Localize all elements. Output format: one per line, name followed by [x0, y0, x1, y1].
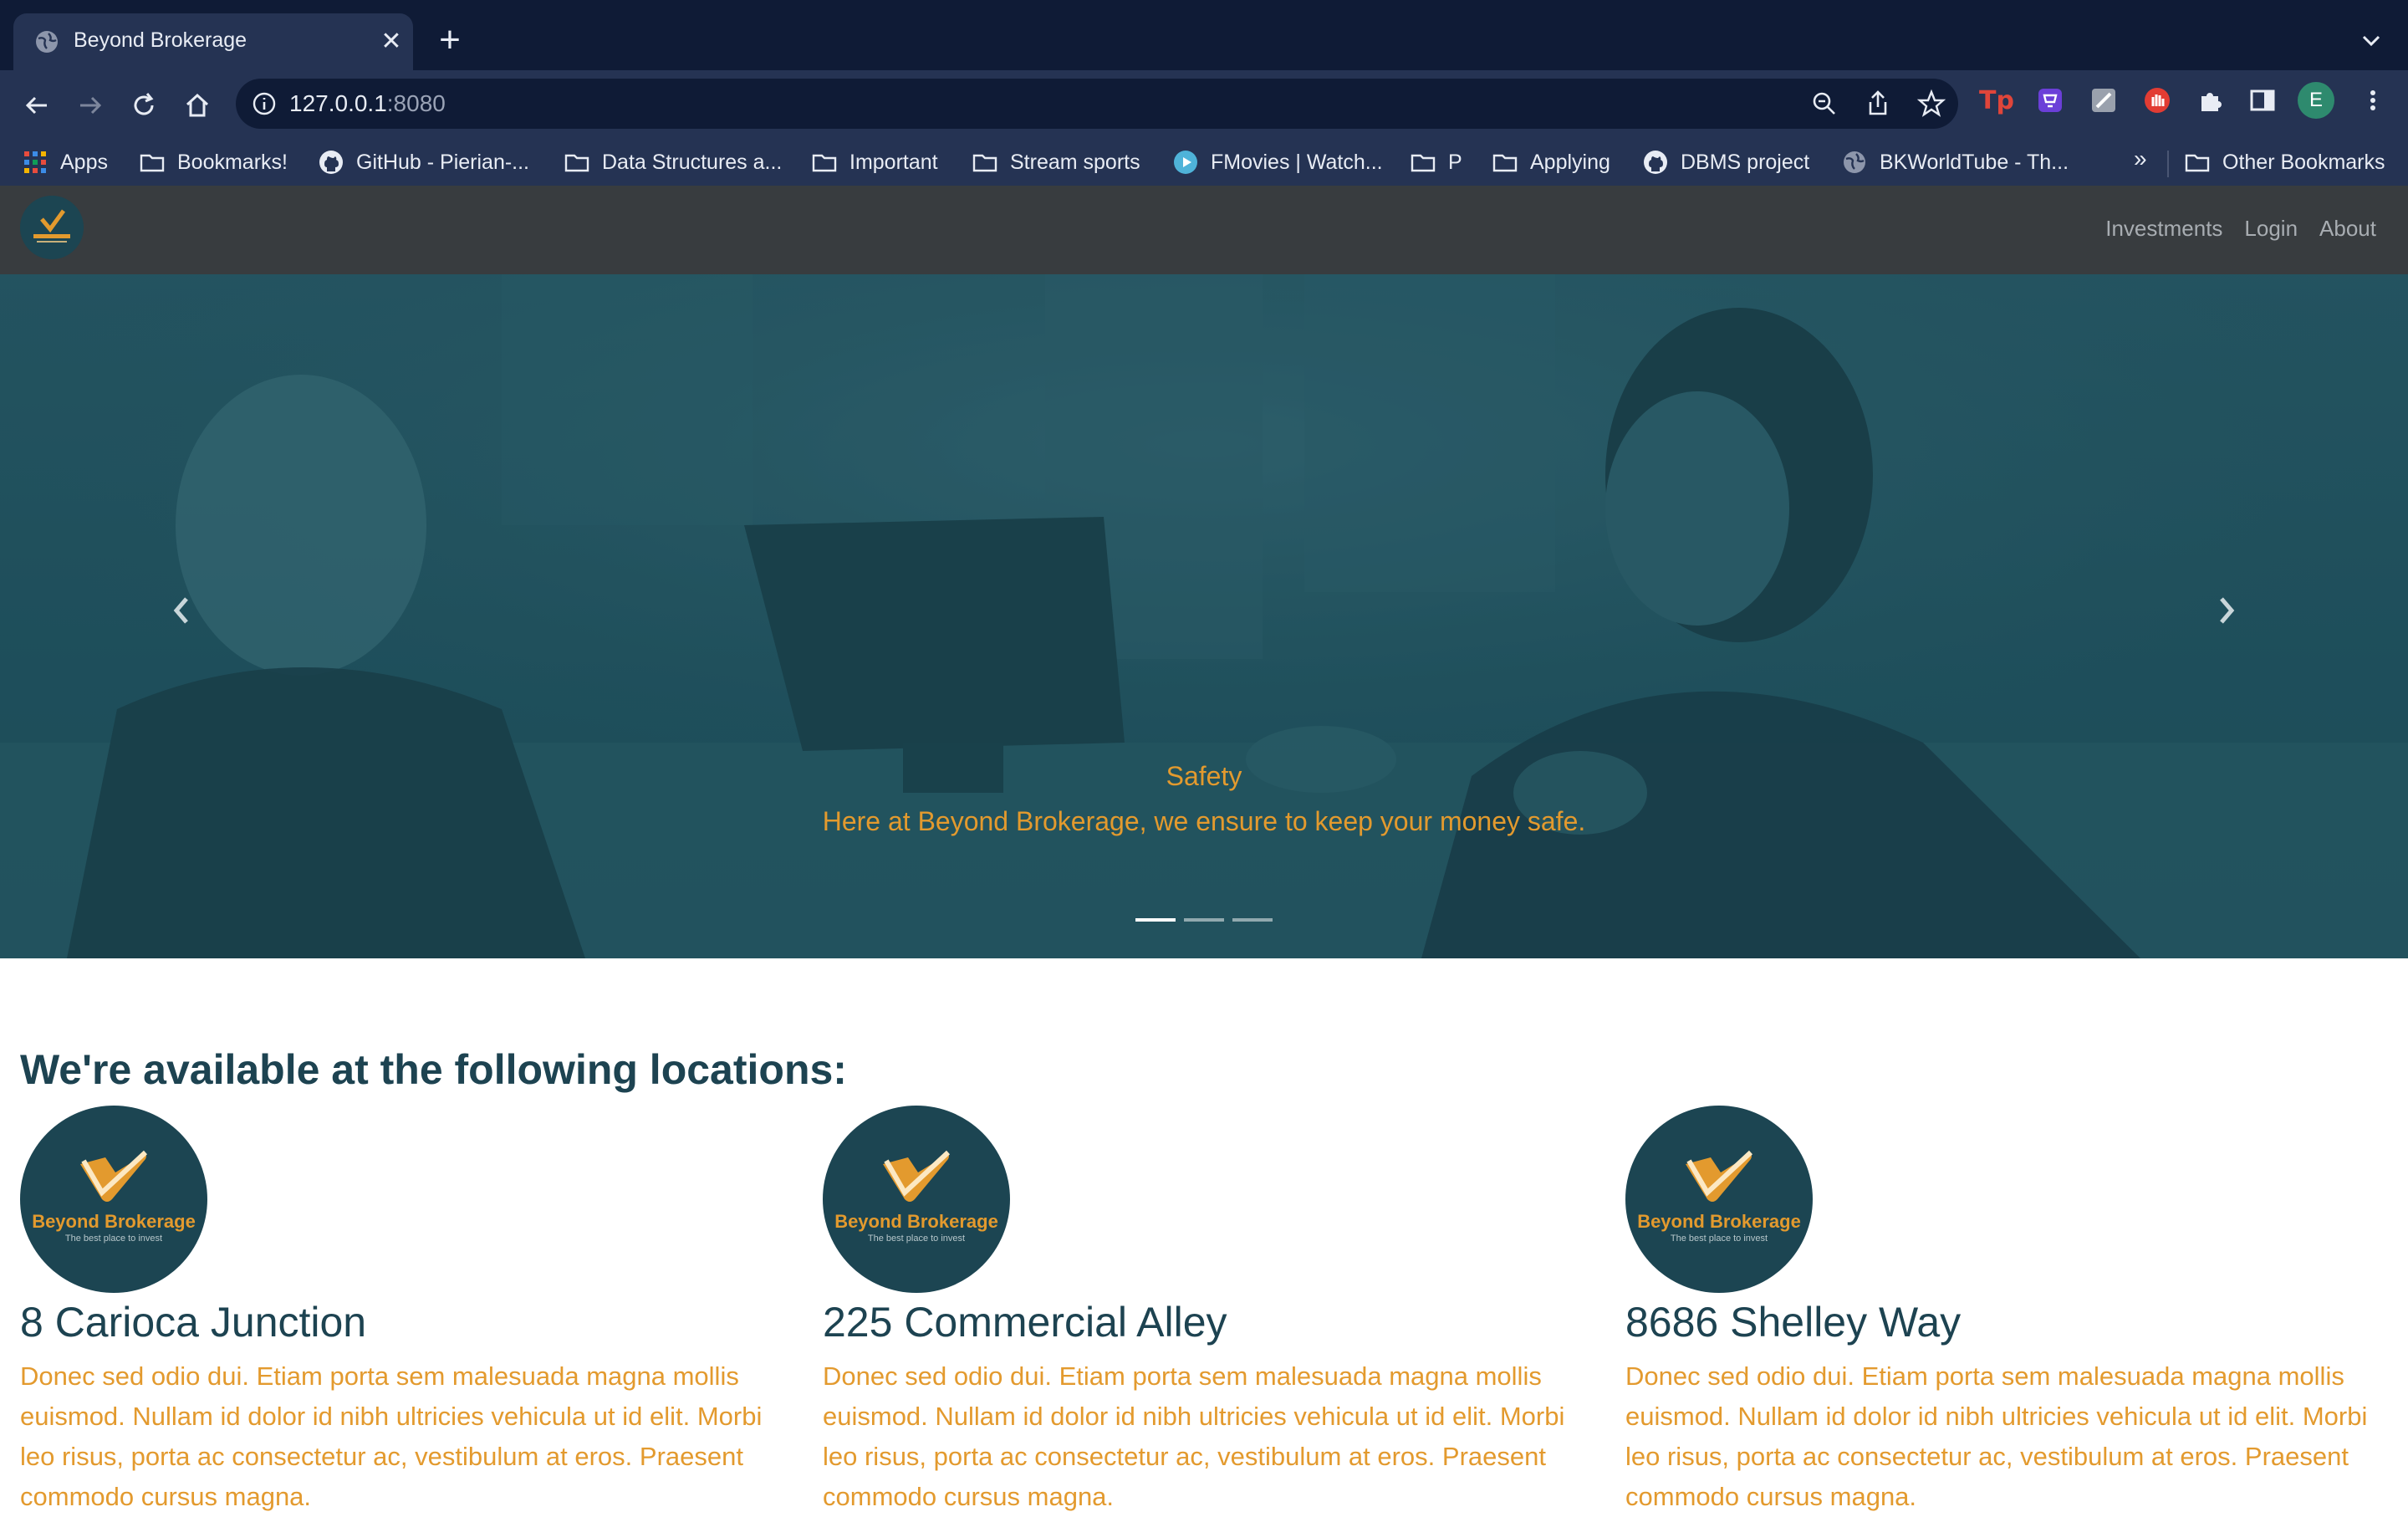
location-description: Donec sed odio dui. Etiam porta sem male…	[823, 1361, 1565, 1511]
locations-heading: We're available at the following locatio…	[20, 1046, 847, 1093]
chevron-left-icon	[173, 597, 188, 624]
location-name: 225 Commercial Alley	[823, 1299, 1227, 1346]
carousel-indicators	[1135, 918, 1273, 922]
folder-icon	[1492, 154, 1518, 172]
hero-carousel: Safety Here at Beyond Brokerage, we ensu…	[0, 274, 2408, 958]
bookmarks-divider	[2167, 151, 2169, 177]
location-name: 8 Carioca Junction	[20, 1299, 367, 1346]
bookmark-folder-applying[interactable]: Applying	[1492, 146, 1610, 179]
nav-link-about[interactable]: About	[2319, 216, 2376, 242]
brand-logo: Beyond Brokerage The best place to inves…	[20, 1106, 207, 1293]
browser-tab[interactable]: Beyond Brokerage ✕	[13, 13, 413, 70]
bookmark-label: P	[1448, 150, 1462, 174]
bookmark-other-bookmarks[interactable]: Other Bookmarks	[2184, 146, 2385, 179]
globe-icon	[1844, 151, 1865, 173]
nav-links: Investments Login About	[2105, 216, 2376, 242]
svg-text:The best place to invest: The best place to invest	[868, 1234, 965, 1244]
bookmark-folder-important[interactable]: Important	[811, 146, 938, 179]
bookmark-fmovies[interactable]: FMovies | Watch...	[1172, 146, 1383, 179]
brand-logo: Beyond Brokerage The best place to inves…	[1625, 1106, 1813, 1293]
folder-icon	[140, 154, 165, 172]
folder-icon	[2185, 154, 2210, 172]
bookmark-label: BKWorldTube - Th...	[1880, 150, 2069, 174]
play-icon	[1174, 151, 1197, 174]
carousel-next-button[interactable]	[2202, 585, 2252, 636]
bookmark-bkworldtube[interactable]: BKWorldTube - Th...	[1841, 146, 2069, 179]
bookmark-label: Stream sports	[1010, 150, 1140, 174]
bookmark-label: Bookmarks!	[177, 150, 288, 174]
github-icon	[319, 151, 343, 174]
bookmark-label: FMovies | Watch...	[1211, 150, 1383, 174]
new-tab-button[interactable]: +	[435, 22, 465, 59]
github-icon	[1644, 151, 1667, 174]
svg-text:Beyond Brokerage: Beyond Brokerage	[32, 1211, 196, 1232]
tab-title: Beyond Brokerage	[74, 28, 247, 52]
carousel-caption-title: Safety	[1166, 761, 1242, 791]
location-description: Donec sed odio dui. Etiam porta sem male…	[20, 1361, 763, 1511]
bookmark-folder-p[interactable]: P	[1410, 146, 1462, 179]
bookmarks-bar-container: Apps Bookmarks! GitHub - Pierian-... Dat…	[0, 70, 2408, 199]
brand-logo: Beyond Brokerage The best place to inves…	[823, 1106, 1010, 1293]
carousel-prev-button[interactable]	[156, 585, 206, 636]
bookmark-label: Other Bookmarks	[2222, 150, 2385, 174]
folder-icon	[972, 154, 997, 172]
svg-text:The best place to invest: The best place to invest	[1671, 1234, 1768, 1244]
folder-icon	[564, 154, 589, 172]
bookmark-label: Important	[849, 150, 938, 174]
location-name: 8686 Shelley Way	[1625, 1299, 1962, 1346]
folder-icon	[812, 154, 837, 172]
close-tab-icon[interactable]: ✕	[378, 28, 405, 55]
bookmark-github-pierian[interactable]: GitHub - Pierian-...	[318, 146, 529, 179]
folder-icon	[1411, 154, 1436, 172]
bookmark-label: Apps	[60, 150, 108, 174]
carousel-caption-text: Here at Beyond Brokerage, we ensure to k…	[822, 806, 1586, 836]
nav-link-investments[interactable]: Investments	[2105, 216, 2222, 242]
site-navbar: Investments Login About	[0, 186, 2408, 274]
svg-text:Beyond Brokerage: Beyond Brokerage	[834, 1211, 998, 1232]
location-description: Donec sed odio dui. Etiam porta sem male…	[1625, 1361, 2368, 1511]
chevron-right-icon	[2220, 597, 2235, 624]
svg-text:The best place to invest: The best place to invest	[65, 1234, 162, 1244]
browser-tab-strip: Beyond Brokerage ✕ +	[0, 0, 2408, 70]
more-bookmarks-chevron[interactable]: »	[2134, 146, 2147, 172]
apps-grid-icon	[24, 151, 46, 173]
bookmark-label: DBMS project	[1681, 150, 1810, 174]
bookmark-folder-stream-sports[interactable]: Stream sports	[972, 146, 1140, 179]
hero-office-photo	[0, 274, 2408, 958]
globe-icon	[36, 31, 58, 53]
bookmark-folder-bookmarks[interactable]: Bookmarks!	[139, 146, 288, 179]
bookmark-label: Applying	[1530, 150, 1610, 174]
nav-link-login[interactable]: Login	[2244, 216, 2298, 242]
carousel-indicator-2[interactable]	[1184, 918, 1224, 922]
carousel-indicator-3[interactable]	[1232, 918, 1273, 922]
svg-text:Beyond Brokerage: Beyond Brokerage	[1637, 1211, 1801, 1232]
brand-logo[interactable]	[20, 196, 84, 259]
tab-search-chevron-icon[interactable]	[2356, 25, 2386, 55]
bookmark-dbms-project[interactable]: DBMS project	[1642, 146, 1809, 179]
bookmark-apps[interactable]: Apps	[22, 146, 108, 179]
bookmark-label: Data Structures a...	[602, 150, 783, 174]
carousel-indicator-1[interactable]	[1135, 918, 1176, 922]
bookmark-folder-data-structures[interactable]: Data Structures a...	[564, 146, 782, 179]
bookmark-label: GitHub - Pierian-...	[356, 150, 530, 174]
